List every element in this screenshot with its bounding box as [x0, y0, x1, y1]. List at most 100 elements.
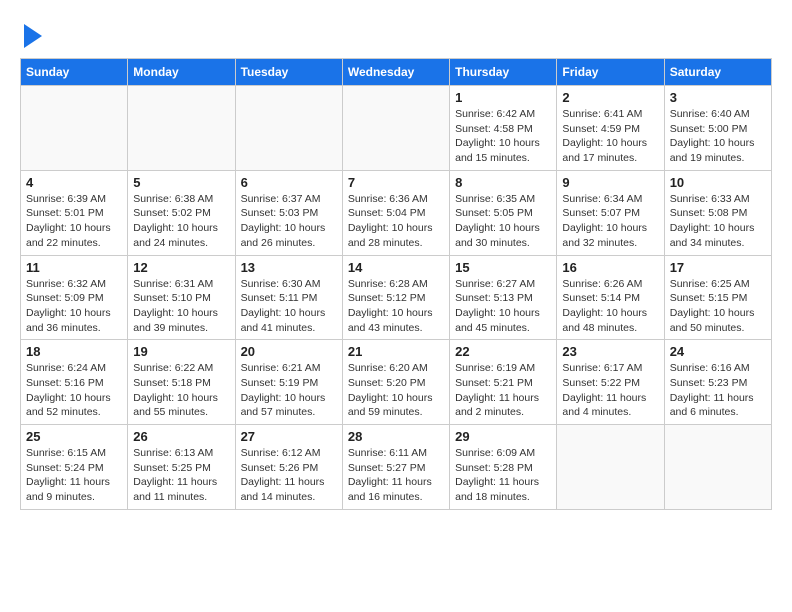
day-number: 26	[133, 429, 229, 444]
day-info: Sunrise: 6:27 AM Sunset: 5:13 PM Dayligh…	[455, 277, 551, 336]
header-cell-monday: Monday	[128, 59, 235, 86]
day-number: 16	[562, 260, 658, 275]
calendar-cell: 11 Sunrise: 6:32 AM Sunset: 5:09 PM Dayli…	[21, 255, 128, 340]
calendar-cell: 26 Sunrise: 6:13 AM Sunset: 5:25 PM Dayli…	[128, 425, 235, 510]
calendar-cell: 17 Sunrise: 6:25 AM Sunset: 5:15 PM Dayli…	[664, 255, 771, 340]
calendar-cell: 20 Sunrise: 6:21 AM Sunset: 5:19 PM Dayli…	[235, 340, 342, 425]
day-info: Sunrise: 6:20 AM Sunset: 5:20 PM Dayligh…	[348, 361, 444, 420]
day-info: Sunrise: 6:13 AM Sunset: 5:25 PM Dayligh…	[133, 446, 229, 505]
day-info: Sunrise: 6:33 AM Sunset: 5:08 PM Dayligh…	[670, 192, 766, 251]
day-number: 24	[670, 344, 766, 359]
day-number: 22	[455, 344, 551, 359]
calendar-cell: 27Sunrise: 6:12 AM Sunset: 5:26 PM Dayli…	[235, 425, 342, 510]
header-cell-tuesday: Tuesday	[235, 59, 342, 86]
day-info: Sunrise: 6:17 AM Sunset: 5:22 PM Dayligh…	[562, 361, 658, 420]
day-info: Sunrise: 6:30 AM Sunset: 5:11 PM Dayligh…	[241, 277, 337, 336]
day-info: Sunrise: 6:21 AM Sunset: 5:19 PM Dayligh…	[241, 361, 337, 420]
day-number: 21	[348, 344, 444, 359]
day-info: Sunrise: 6:35 AM Sunset: 5:05 PM Dayligh…	[455, 192, 551, 251]
calendar-cell: 1 Sunrise: 6:42 AM Sunset: 4:58 PM Daylig…	[450, 86, 557, 171]
day-info: Sunrise: 6:26 AM Sunset: 5:14 PM Dayligh…	[562, 277, 658, 336]
day-number: 11	[26, 260, 122, 275]
calendar-cell: 3Sunrise: 6:40 AM Sunset: 5:00 PM Daylig…	[664, 86, 771, 171]
calendar-cell: 10 Sunrise: 6:33 AM Sunset: 5:08 PM Dayli…	[664, 170, 771, 255]
day-number: 17	[670, 260, 766, 275]
calendar-cell: 9 Sunrise: 6:34 AM Sunset: 5:07 PM Daylig…	[557, 170, 664, 255]
day-number: 28	[348, 429, 444, 444]
calendar-cell: 5 Sunrise: 6:38 AM Sunset: 5:02 PM Daylig…	[128, 170, 235, 255]
day-info: Sunrise: 6:34 AM Sunset: 5:07 PM Dayligh…	[562, 192, 658, 251]
day-number: 12	[133, 260, 229, 275]
calendar-cell: 12 Sunrise: 6:31 AM Sunset: 5:10 PM Dayli…	[128, 255, 235, 340]
day-number: 23	[562, 344, 658, 359]
day-number: 18	[26, 344, 122, 359]
calendar-week-0: 1 Sunrise: 6:42 AM Sunset: 4:58 PM Daylig…	[21, 86, 772, 171]
day-number: 27	[241, 429, 337, 444]
day-info: Sunrise: 6:19 AM Sunset: 5:21 PM Dayligh…	[455, 361, 551, 420]
day-info: Sunrise: 6:25 AM Sunset: 5:15 PM Dayligh…	[670, 277, 766, 336]
day-number: 4	[26, 175, 122, 190]
day-info: Sunrise: 6:37 AM Sunset: 5:03 PM Dayligh…	[241, 192, 337, 251]
day-info: Sunrise: 6:38 AM Sunset: 5:02 PM Dayligh…	[133, 192, 229, 251]
page-header	[20, 20, 772, 48]
header-cell-wednesday: Wednesday	[342, 59, 449, 86]
calendar-cell	[342, 86, 449, 171]
calendar-cell: 25Sunrise: 6:15 AM Sunset: 5:24 PM Dayli…	[21, 425, 128, 510]
day-number: 20	[241, 344, 337, 359]
calendar-cell: 16 Sunrise: 6:26 AM Sunset: 5:14 PM Dayli…	[557, 255, 664, 340]
logo-arrow-icon	[24, 24, 42, 48]
calendar-cell: 15 Sunrise: 6:27 AM Sunset: 5:13 PM Dayli…	[450, 255, 557, 340]
day-info: Sunrise: 6:32 AM Sunset: 5:09 PM Dayligh…	[26, 277, 122, 336]
calendar-cell: 23 Sunrise: 6:17 AM Sunset: 5:22 PM Dayli…	[557, 340, 664, 425]
calendar-header-row: SundayMondayTuesdayWednesdayThursdayFrid…	[21, 59, 772, 86]
calendar-week-2: 11 Sunrise: 6:32 AM Sunset: 5:09 PM Dayli…	[21, 255, 772, 340]
day-info: Sunrise: 6:11 AM Sunset: 5:27 PM Dayligh…	[348, 446, 444, 505]
calendar-week-3: 18 Sunrise: 6:24 AM Sunset: 5:16 PM Dayli…	[21, 340, 772, 425]
day-number: 9	[562, 175, 658, 190]
calendar-cell: 18 Sunrise: 6:24 AM Sunset: 5:16 PM Dayli…	[21, 340, 128, 425]
day-number: 10	[670, 175, 766, 190]
day-number: 29	[455, 429, 551, 444]
header-cell-friday: Friday	[557, 59, 664, 86]
calendar-cell: 6 Sunrise: 6:37 AM Sunset: 5:03 PM Daylig…	[235, 170, 342, 255]
calendar-cell: 2 Sunrise: 6:41 AM Sunset: 4:59 PM Daylig…	[557, 86, 664, 171]
day-info: Sunrise: 6:40 AM Sunset: 5:00 PM Dayligh…	[670, 107, 766, 166]
calendar-cell	[235, 86, 342, 171]
day-number: 6	[241, 175, 337, 190]
calendar-cell: 7 Sunrise: 6:36 AM Sunset: 5:04 PM Daylig…	[342, 170, 449, 255]
day-info: Sunrise: 6:41 AM Sunset: 4:59 PM Dayligh…	[562, 107, 658, 166]
day-info: Sunrise: 6:39 AM Sunset: 5:01 PM Dayligh…	[26, 192, 122, 251]
calendar-cell: 13 Sunrise: 6:30 AM Sunset: 5:11 PM Dayli…	[235, 255, 342, 340]
day-number: 25	[26, 429, 122, 444]
calendar-cell: 29 Sunrise: 6:09 AM Sunset: 5:28 PM Dayli…	[450, 425, 557, 510]
day-number: 1	[455, 90, 551, 105]
day-info: Sunrise: 6:24 AM Sunset: 5:16 PM Dayligh…	[26, 361, 122, 420]
logo	[20, 20, 42, 48]
calendar-week-4: 25Sunrise: 6:15 AM Sunset: 5:24 PM Dayli…	[21, 425, 772, 510]
calendar-cell: 14 Sunrise: 6:28 AM Sunset: 5:12 PM Dayli…	[342, 255, 449, 340]
calendar-cell: 19Sunrise: 6:22 AM Sunset: 5:18 PM Dayli…	[128, 340, 235, 425]
day-info: Sunrise: 6:36 AM Sunset: 5:04 PM Dayligh…	[348, 192, 444, 251]
day-number: 14	[348, 260, 444, 275]
calendar-cell: 24 Sunrise: 6:16 AM Sunset: 5:23 PM Dayli…	[664, 340, 771, 425]
calendar-cell: 21 Sunrise: 6:20 AM Sunset: 5:20 PM Dayli…	[342, 340, 449, 425]
day-number: 15	[455, 260, 551, 275]
day-number: 7	[348, 175, 444, 190]
day-number: 8	[455, 175, 551, 190]
day-info: Sunrise: 6:09 AM Sunset: 5:28 PM Dayligh…	[455, 446, 551, 505]
day-info: Sunrise: 6:16 AM Sunset: 5:23 PM Dayligh…	[670, 361, 766, 420]
day-info: Sunrise: 6:22 AM Sunset: 5:18 PM Dayligh…	[133, 361, 229, 420]
calendar-cell: 22 Sunrise: 6:19 AM Sunset: 5:21 PM Dayli…	[450, 340, 557, 425]
day-info: Sunrise: 6:42 AM Sunset: 4:58 PM Dayligh…	[455, 107, 551, 166]
calendar-cell: 28 Sunrise: 6:11 AM Sunset: 5:27 PM Dayli…	[342, 425, 449, 510]
day-number: 13	[241, 260, 337, 275]
calendar-cell	[664, 425, 771, 510]
day-number: 2	[562, 90, 658, 105]
calendar-cell	[21, 86, 128, 171]
header-cell-saturday: Saturday	[664, 59, 771, 86]
day-number: 5	[133, 175, 229, 190]
header-cell-sunday: Sunday	[21, 59, 128, 86]
day-info: Sunrise: 6:28 AM Sunset: 5:12 PM Dayligh…	[348, 277, 444, 336]
calendar-cell	[557, 425, 664, 510]
day-info: Sunrise: 6:31 AM Sunset: 5:10 PM Dayligh…	[133, 277, 229, 336]
